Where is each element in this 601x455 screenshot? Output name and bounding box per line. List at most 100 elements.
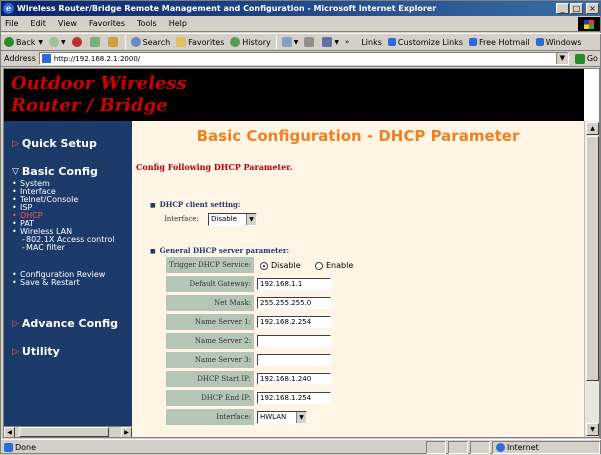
status-cell <box>426 441 446 454</box>
search-icon <box>130 37 141 47</box>
sidebar-item-save-restart[interactable]: Save & Restart <box>4 279 132 288</box>
nav-utility-label: Utility <box>21 345 60 358</box>
status-cell <box>470 441 490 454</box>
nav-quick-setup[interactable]: ▷ Quick Setup <box>12 137 97 150</box>
client-interface-select[interactable]: Disable ▼ <box>208 213 257 226</box>
server-interface-select[interactable]: HWLAN ▼ <box>257 411 307 424</box>
address-dropdown-icon[interactable]: ▼ <box>555 53 568 64</box>
link-page-icon <box>468 38 477 46</box>
link-hotmail[interactable]: Free Hotmail <box>466 38 533 47</box>
end-ip-input[interactable]: 192.168.1.254 <box>257 392 331 404</box>
forward-dropdown-icon: ▼ <box>61 38 66 46</box>
ns3-input[interactable] <box>257 354 331 366</box>
edit-dropdown-icon: ▼ <box>334 38 340 46</box>
trigger-disable-label: Disable <box>271 261 301 270</box>
window-title: Wireless Router/Bridge Remote Management… <box>17 4 437 13</box>
page-title: Basic Configuration - DHCP Parameter <box>196 127 520 145</box>
scroll-right-icon[interactable]: ▶ <box>121 427 132 437</box>
maximize-button[interactable]: □ <box>570 3 583 14</box>
toolbar-separator <box>275 35 277 49</box>
scroll-up-icon[interactable]: ▲ <box>586 122 599 135</box>
mail-dropdown-icon: ▼ <box>293 38 299 46</box>
sidebar-horizontal-scrollbar[interactable]: ◀ ▶ <box>4 426 132 437</box>
nav-advance-config[interactable]: ▷ Advance Config <box>12 317 118 330</box>
end-ip-label: DHCP End IP: <box>166 390 254 406</box>
back-button[interactable]: Back ▼ <box>1 37 46 47</box>
go-label: Go <box>586 54 598 63</box>
menu-favorites[interactable]: Favorites <box>83 19 131 28</box>
ns1-label: Name Server 1: <box>166 314 254 330</box>
nav-basic-config[interactable]: ▽ Basic Config <box>12 165 98 178</box>
edit-button[interactable]: ▼ <box>319 37 342 47</box>
ie-logo-icon: e <box>3 3 14 14</box>
page-viewport: Outdoor Wireless Router / Bridge ▷ Quick… <box>3 68 600 438</box>
netmask-label: Net Mask: <box>166 295 254 311</box>
link-page-icon <box>387 38 396 46</box>
go-button[interactable]: Go <box>574 53 598 64</box>
toolbar-overflow-icon[interactable]: » <box>342 38 352 46</box>
link-customize[interactable]: Customize Links <box>385 38 466 47</box>
sidebar-item-mac-filter[interactable]: MAC filter <box>4 244 132 253</box>
gateway-input[interactable]: 192.168.1.1 <box>257 278 331 290</box>
radio-selected-icon <box>260 261 268 270</box>
page-subtitle: Config Following DHCP Parameter. <box>136 162 293 172</box>
scroll-track[interactable] <box>15 427 121 437</box>
search-button[interactable]: Search <box>128 37 173 47</box>
page-done-icon <box>4 443 13 452</box>
chevron-down-icon: ▼ <box>246 214 256 225</box>
start-ip-input[interactable]: 192.168.1.240 <box>257 373 331 385</box>
nav-utility[interactable]: ▷ Utility <box>12 345 60 358</box>
print-button[interactable] <box>301 37 319 47</box>
link-windows[interactable]: Windows <box>533 38 585 47</box>
server-interface-label: Interface: <box>166 409 254 425</box>
menu-help[interactable]: Help <box>163 19 193 28</box>
menu-tools[interactable]: Tools <box>131 19 163 28</box>
menu-view[interactable]: View <box>52 19 83 28</box>
brand-line-2: Router / Bridge <box>11 95 168 116</box>
minimize-button[interactable]: _ <box>556 3 569 14</box>
ns2-input[interactable] <box>257 335 331 347</box>
scroll-down-icon[interactable]: ▼ <box>586 423 599 436</box>
search-label: Search <box>142 37 171 47</box>
menu-edit[interactable]: Edit <box>24 19 52 28</box>
close-button[interactable]: × <box>586 3 599 14</box>
favorites-button[interactable]: Favorites <box>173 37 227 47</box>
scroll-left-icon[interactable]: ◀ <box>4 427 15 437</box>
mail-button[interactable]: ▼ <box>279 37 302 47</box>
address-input[interactable]: http://192.168.2.1:2000/ ▼ <box>38 52 569 65</box>
toolbar-separator <box>124 35 126 49</box>
trigger-label: Trigger DHCP Service: <box>166 257 254 273</box>
favorites-icon <box>176 37 187 47</box>
zone-label: Internet <box>507 443 539 452</box>
trigger-disable-radio[interactable]: Disable <box>260 261 301 270</box>
basic-config-submenu: System Interface Telnet/Console ISP DHCP… <box>4 180 132 253</box>
home-button[interactable] <box>105 37 123 47</box>
history-button[interactable]: History <box>227 37 273 47</box>
mail-icon <box>281 37 292 47</box>
title-bar[interactable]: e Wireless Router/Bridge Remote Manageme… <box>1 1 601 16</box>
back-dropdown-icon: ▼ <box>38 38 44 46</box>
scroll-thumb[interactable] <box>586 136 599 381</box>
trigger-enable-radio[interactable]: Enable <box>315 261 353 270</box>
brand-banner: Outdoor Wireless Router / Bridge <box>4 69 584 121</box>
ns1-input[interactable]: 192.168.2.254 <box>257 316 331 328</box>
toolbar: Back ▼ ▼ Search Favorites History ▼ ▼ » … <box>1 33 601 51</box>
back-label: Back <box>16 37 36 47</box>
start-ip-label: DHCP Start IP: <box>166 371 254 387</box>
main-vertical-scrollbar[interactable]: ▲ ▼ <box>584 121 599 437</box>
refresh-button[interactable] <box>87 37 105 47</box>
menu-file[interactable]: File <box>1 19 24 28</box>
forward-button[interactable]: ▼ <box>46 37 69 47</box>
link-hotmail-label: Free Hotmail <box>478 37 530 47</box>
browser-window: e Wireless Router/Bridge Remote Manageme… <box>0 0 601 454</box>
globe-icon <box>496 443 505 452</box>
address-url: http://192.168.2.1:2000/ <box>53 54 141 63</box>
netmask-input[interactable]: 255.255.255.0 <box>257 297 331 309</box>
nav-basic-config-label: Basic Config <box>21 165 98 178</box>
stop-button[interactable] <box>69 37 87 47</box>
status-text: Done <box>15 443 37 452</box>
chevron-down-icon: ▼ <box>296 412 306 423</box>
section-dhcp-client: DHCP client setting: <box>150 200 241 209</box>
scroll-thumb[interactable] <box>19 427 109 437</box>
main-content: Basic Configuration - DHCP Parameter Con… <box>132 121 584 437</box>
